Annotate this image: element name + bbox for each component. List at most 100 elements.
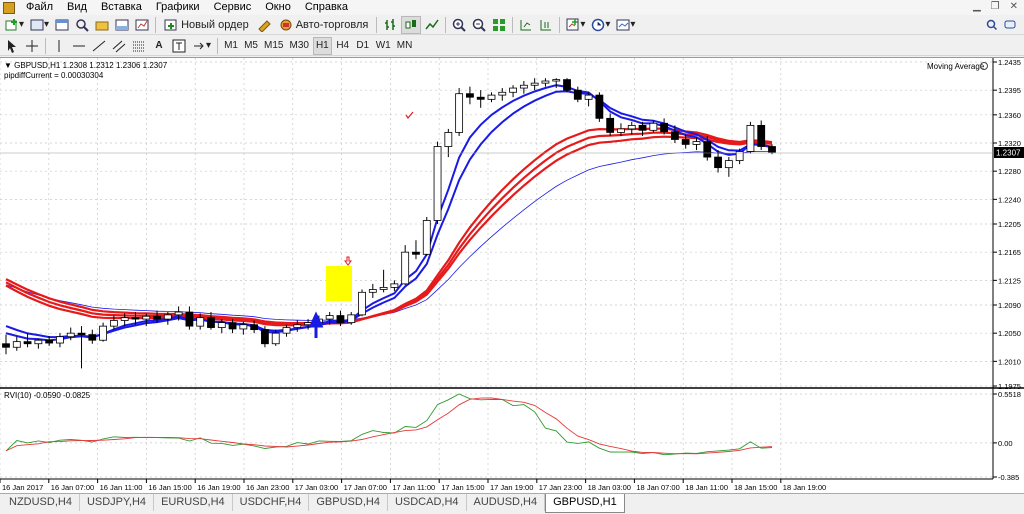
candle-body bbox=[703, 141, 712, 158]
timeframe-w1[interactable]: W1 bbox=[374, 37, 393, 55]
fibonacci-button[interactable] bbox=[130, 37, 148, 55]
new-chart-button[interactable]: ▾ bbox=[3, 16, 26, 34]
timeframe-h1[interactable]: H1 bbox=[312, 36, 332, 55]
text-label-button[interactable] bbox=[170, 37, 188, 55]
candle-body bbox=[692, 141, 701, 145]
tab-nzdusd-h4[interactable]: NZDUSD,H4 bbox=[2, 494, 80, 511]
equidistant-channel-button[interactable] bbox=[110, 37, 128, 55]
chart-window[interactable]: 1.2435 1.2395 1.2360 1.2320 1.2280 1.2240 1.22… bbox=[0, 57, 1024, 493]
tab-usdchf-h4[interactable]: USDCHF,H4 bbox=[233, 494, 310, 511]
tab-gbpusd-h4[interactable]: GBPUSD,H4 bbox=[309, 494, 388, 511]
navigator-button[interactable] bbox=[93, 16, 111, 34]
candle-body bbox=[433, 146, 442, 221]
price-tick-label: 1.2165 bbox=[998, 248, 1021, 257]
search-icon bbox=[986, 19, 998, 30]
horizontal-line-button[interactable] bbox=[70, 37, 88, 55]
auto-scroll-button[interactable] bbox=[517, 16, 535, 34]
menu-tools[interactable]: Сервис bbox=[207, 0, 259, 15]
candle bbox=[412, 240, 420, 260]
auto-trading-label: Авто-торговля bbox=[295, 18, 369, 31]
candle bbox=[724, 157, 733, 177]
zoom-in-icon bbox=[453, 18, 467, 32]
strategy-tester-button[interactable] bbox=[133, 16, 151, 34]
text-label-icon bbox=[172, 39, 186, 52]
bar-chart-button[interactable] bbox=[381, 16, 399, 34]
menu-charts[interactable]: Графики bbox=[149, 0, 207, 15]
time-tick-label: 17 Jan 03:00 bbox=[295, 483, 338, 492]
trend-line-button[interactable] bbox=[90, 37, 108, 55]
timeframe-h4[interactable]: H4 bbox=[334, 37, 352, 55]
candle-body bbox=[412, 251, 420, 255]
menu-view[interactable]: Вид bbox=[60, 0, 94, 15]
candle-body bbox=[88, 334, 97, 341]
candle-body bbox=[358, 291, 366, 316]
timeframe-m1[interactable]: M1 bbox=[222, 37, 240, 55]
candle-body bbox=[627, 124, 636, 130]
templates-button[interactable]: ▾ bbox=[614, 16, 637, 34]
minimize-icon[interactable]: ▁ bbox=[973, 1, 981, 12]
line-chart-button[interactable] bbox=[423, 16, 441, 34]
auto-trading-icon bbox=[280, 19, 292, 30]
periods-button[interactable]: ▾ bbox=[589, 16, 612, 34]
tab-gbpusd-h1[interactable]: GBPUSD,H1 bbox=[545, 494, 625, 513]
timeframe-m15[interactable]: M15 bbox=[262, 37, 285, 55]
profiles-button[interactable]: ▾ bbox=[28, 16, 51, 34]
tile-windows-button[interactable] bbox=[490, 16, 508, 34]
candle-body bbox=[45, 339, 54, 344]
time-tick-label: 18 Jan 15:00 bbox=[734, 483, 777, 492]
candle-body bbox=[174, 311, 183, 316]
candle-body bbox=[595, 94, 604, 119]
tab-usdjpy-h4[interactable]: USDJPY,H4 bbox=[80, 494, 155, 511]
rvi-tick-label: 0.5518 bbox=[998, 390, 1021, 399]
tab-usdcad-h4[interactable]: USDCAD,H4 bbox=[388, 494, 467, 511]
crosshair-icon bbox=[26, 39, 38, 52]
timeframe-m5[interactable]: M5 bbox=[242, 37, 260, 55]
search-button[interactable] bbox=[983, 16, 1001, 34]
menu-insert[interactable]: Вставка bbox=[94, 0, 149, 15]
auto-trading-button[interactable]: Авто-торговля bbox=[275, 16, 373, 34]
market-watch-button[interactable] bbox=[53, 16, 71, 34]
chat-button[interactable] bbox=[1001, 16, 1019, 34]
menu-window[interactable]: Окно bbox=[258, 0, 298, 15]
candle-body bbox=[476, 96, 485, 100]
candle-body bbox=[34, 339, 43, 345]
candle bbox=[433, 141, 442, 224]
indicators-button[interactable]: ▾ bbox=[564, 16, 587, 34]
collapse-triangle-icon[interactable]: ▼ bbox=[4, 61, 14, 70]
candle bbox=[541, 78, 550, 87]
new-order-button[interactable]: Новый ордер bbox=[160, 16, 253, 34]
timeframe-d1[interactable]: D1 bbox=[354, 37, 372, 55]
indicator-value: pipdiffCurrent = 0.00030304 bbox=[4, 71, 104, 80]
time-tick-label: 16 Jan 07:00 bbox=[51, 483, 94, 492]
timeframe-m30[interactable]: M30 bbox=[287, 37, 310, 55]
candle bbox=[56, 333, 64, 348]
close-icon[interactable]: ✕ bbox=[1010, 1, 1018, 12]
menu-file[interactable]: Файл bbox=[19, 0, 60, 15]
candle-body bbox=[293, 324, 302, 328]
candlestick-button[interactable] bbox=[401, 15, 422, 34]
cursor-button[interactable] bbox=[3, 37, 21, 55]
tab-audusd-h4[interactable]: AUDUSD,H4 bbox=[467, 494, 546, 511]
restore-icon[interactable]: ❐ bbox=[991, 1, 1000, 12]
time-tick-label: 17 Jan 15:00 bbox=[441, 483, 484, 492]
candle-body bbox=[530, 82, 539, 86]
zoom-out-button[interactable] bbox=[470, 16, 488, 34]
chart-shift-button[interactable] bbox=[537, 16, 555, 34]
arrows-button[interactable]: ▾ bbox=[190, 37, 213, 55]
menu-help[interactable]: Справка bbox=[298, 0, 355, 15]
candle-body bbox=[552, 79, 561, 82]
vertical-line-button[interactable] bbox=[50, 37, 68, 55]
candle-body bbox=[660, 122, 669, 133]
text-tool-button[interactable]: A bbox=[150, 37, 168, 55]
terminal-button[interactable] bbox=[113, 16, 131, 34]
rvi-axis: 0.5518 0.00 -0.385 bbox=[993, 390, 1021, 482]
price-chart[interactable]: 1.2435 1.2395 1.2360 1.2320 1.2280 1.2240 1.22… bbox=[0, 58, 1024, 494]
zoom-in-button[interactable] bbox=[450, 16, 468, 34]
crosshair-button[interactable] bbox=[23, 37, 41, 55]
candle-body bbox=[584, 94, 593, 100]
data-window-button[interactable] bbox=[73, 16, 91, 34]
metaeditor-button[interactable] bbox=[255, 16, 273, 34]
timeframe-mn[interactable]: MN bbox=[395, 37, 415, 55]
chart-grid bbox=[0, 58, 993, 479]
tab-eurusd-h4[interactable]: EURUSD,H4 bbox=[154, 494, 233, 511]
